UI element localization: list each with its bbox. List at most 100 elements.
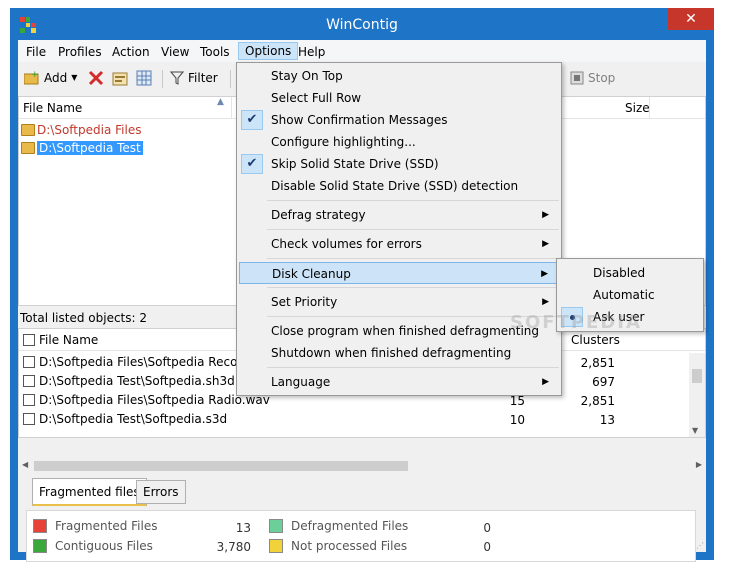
add-folder-icon: + bbox=[24, 71, 39, 85]
menu-item-label: Select Full Row bbox=[271, 91, 362, 105]
row-checkbox[interactable] bbox=[23, 375, 35, 387]
menu-view[interactable]: View bbox=[155, 43, 195, 61]
submenu-item-disabled[interactable]: Disabled bbox=[559, 262, 701, 284]
status-text: Total listed objects: 2 bbox=[20, 311, 148, 325]
select-all-checkbox[interactable] bbox=[23, 334, 35, 346]
submenu-item-automatic[interactable]: Automatic bbox=[559, 284, 701, 306]
column-clusters[interactable]: Clusters bbox=[571, 333, 620, 347]
menu-separator bbox=[267, 229, 559, 230]
clusters-value: 13 bbox=[599, 413, 615, 427]
column-file-name-label: File Name bbox=[39, 333, 99, 347]
submenu-arrow-icon: ▶ bbox=[542, 210, 549, 220]
menu-item-set-priority[interactable]: Set Priority ▶ bbox=[239, 291, 559, 313]
list-item[interactable]: D:\Softpedia Test bbox=[21, 139, 143, 157]
menu-item-skip-ssd[interactable]: ✔ Skip Solid State Drive (SSD) bbox=[239, 153, 559, 175]
submenu-arrow-icon: ▶ bbox=[541, 269, 548, 279]
table-row[interactable]: D:\Softpedia Test\Softpedia.sh3d bbox=[23, 372, 235, 390]
not-processed-swatch bbox=[269, 539, 283, 553]
fragments-value: 10 bbox=[509, 413, 525, 427]
scroll-thumb[interactable] bbox=[692, 369, 702, 383]
menu-item-disable-ssd-detection[interactable]: Disable Solid State Drive (SSD) detectio… bbox=[239, 175, 559, 197]
table-row[interactable]: D:\Softpedia Files\Softpedia Recording bbox=[23, 353, 268, 371]
menu-item-disk-cleanup[interactable]: Disk Cleanup ▶ bbox=[239, 262, 559, 284]
submenu-arrow-icon: ▶ bbox=[542, 377, 549, 387]
scroll-down-icon[interactable]: ▼ bbox=[692, 426, 698, 435]
scroll-left-icon[interactable]: ◀ bbox=[22, 460, 28, 469]
stop-button[interactable]: Stop bbox=[570, 68, 615, 88]
defragmented-swatch bbox=[269, 519, 283, 533]
menu-action[interactable]: Action bbox=[106, 43, 156, 61]
legend-label: Fragmented Files bbox=[55, 519, 158, 533]
menu-item-defrag-strategy[interactable]: Defrag strategy ▶ bbox=[239, 204, 559, 226]
scroll-thumb[interactable] bbox=[34, 461, 408, 471]
legend-value: 0 bbox=[483, 540, 491, 554]
tab-fragmented-files[interactable]: Fragmented files bbox=[32, 478, 147, 506]
add-button[interactable]: + Add ▼ bbox=[24, 68, 77, 88]
properties-button[interactable] bbox=[112, 68, 128, 88]
legend-panel: Fragmented Files 13 Contiguous Files 3,7… bbox=[26, 510, 696, 562]
menu-item-label: Check volumes for errors bbox=[271, 237, 422, 251]
row-checkbox[interactable] bbox=[23, 413, 35, 425]
filter-label: Filter bbox=[188, 71, 218, 85]
clusters-value: 2,851 bbox=[580, 394, 615, 408]
chevron-down-icon[interactable]: ▼ bbox=[71, 68, 77, 88]
menu-item-stay-on-top[interactable]: Stay On Top bbox=[239, 65, 559, 87]
menu-options[interactable]: Options bbox=[238, 42, 299, 60]
menu-item-label: Defrag strategy bbox=[271, 208, 366, 222]
column-file-name[interactable]: File Name bbox=[23, 333, 98, 347]
remove-button[interactable] bbox=[88, 68, 104, 88]
row-checkbox[interactable] bbox=[23, 356, 35, 368]
profile-label: D:\Softpedia Files bbox=[37, 123, 142, 137]
legend-value: 3,780 bbox=[216, 540, 251, 554]
add-label: Add bbox=[44, 71, 68, 85]
menu-separator bbox=[267, 258, 559, 259]
menu-profiles[interactable]: Profiles bbox=[52, 43, 108, 61]
menu-item-label: Shutdown when finished defragmenting bbox=[271, 346, 512, 360]
menu-item-select-full-row[interactable]: Select Full Row bbox=[239, 87, 559, 109]
folder-icon bbox=[21, 142, 35, 154]
clusters-value: 2,851 bbox=[580, 356, 615, 370]
title-bar[interactable]: WinContig ✕ bbox=[10, 8, 714, 40]
fragments-value: 15 bbox=[509, 394, 525, 408]
menu-separator bbox=[267, 287, 559, 288]
menu-tools[interactable]: Tools bbox=[194, 43, 236, 61]
scroll-right-icon[interactable]: ▶ bbox=[696, 460, 702, 469]
check-icon: ✔ bbox=[241, 110, 263, 130]
submenu-arrow-icon: ▶ bbox=[542, 239, 549, 249]
tab-errors[interactable]: Errors bbox=[136, 480, 186, 504]
menu-item-label: Disk Cleanup bbox=[272, 267, 351, 281]
table-row[interactable]: D:\Softpedia Test\Softpedia.s3d bbox=[23, 410, 227, 428]
row-checkbox[interactable] bbox=[23, 394, 35, 406]
column-divider bbox=[649, 97, 650, 119]
column-divider bbox=[231, 97, 232, 119]
fragmented-swatch bbox=[33, 519, 47, 533]
watermark: SOFTPEDIA bbox=[510, 312, 642, 333]
resize-grip-icon[interactable]: ⋰ bbox=[696, 541, 704, 550]
menu-item-label: Language bbox=[271, 375, 331, 389]
close-button[interactable]: ✕ bbox=[668, 8, 714, 30]
horizontal-scrollbar[interactable]: ◀ ▶ bbox=[18, 458, 706, 474]
column-size[interactable]: Size bbox=[625, 101, 650, 115]
file-path: D:\Softpedia Test\Softpedia.s3d bbox=[39, 412, 228, 426]
menu-separator bbox=[267, 367, 559, 368]
menu-file[interactable]: File bbox=[20, 43, 52, 61]
legend-value: 0 bbox=[483, 521, 491, 535]
menu-item-language[interactable]: Language ▶ bbox=[239, 371, 559, 393]
menu-item-shutdown-when-finished[interactable]: Shutdown when finished defragmenting bbox=[239, 342, 559, 364]
clusters-value: 697 bbox=[592, 375, 615, 389]
menu-help[interactable]: Help bbox=[292, 43, 331, 61]
table-row[interactable]: D:\Softpedia Files\Softpedia Radio.wav bbox=[23, 391, 270, 409]
menu-item-label: Set Priority bbox=[271, 295, 338, 309]
filter-button[interactable]: Filter bbox=[170, 68, 218, 88]
file-path: D:\Softpedia Files\Softpedia Recording bbox=[39, 355, 269, 369]
submenu-arrow-icon: ▶ bbox=[542, 297, 549, 307]
vertical-scrollbar[interactable]: ▼ bbox=[689, 353, 705, 437]
menu-item-check-volumes[interactable]: Check volumes for errors ▶ bbox=[239, 233, 559, 255]
list-item[interactable]: D:\Softpedia Files bbox=[21, 121, 141, 139]
menu-item-show-confirmation[interactable]: ✔ Show Confirmation Messages bbox=[239, 109, 559, 131]
grid-button[interactable] bbox=[136, 68, 152, 88]
column-file-name[interactable]: File Name bbox=[23, 101, 82, 115]
menu-item-configure-highlighting[interactable]: Configure highlighting... bbox=[239, 131, 559, 153]
file-path: D:\Softpedia Test\Softpedia.sh3d bbox=[39, 374, 235, 388]
options-dropdown-menu: Stay On Top Select Full Row ✔ Show Confi… bbox=[236, 62, 562, 396]
